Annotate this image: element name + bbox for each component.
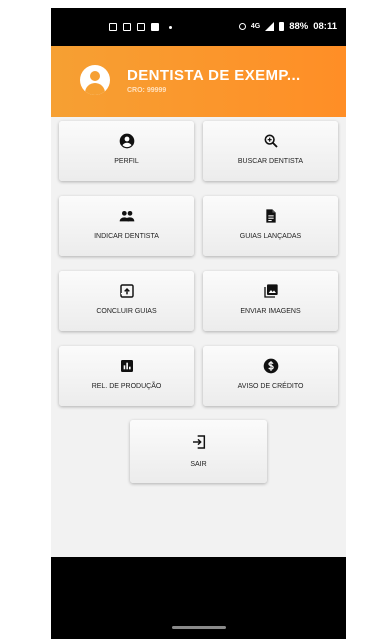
bar-chart-icon bbox=[119, 358, 135, 374]
message-notification-icon bbox=[123, 23, 131, 31]
exit-to-app-box-icon bbox=[119, 283, 135, 299]
sair-button[interactable]: SAIR bbox=[130, 420, 267, 483]
cro-number: CRO: 99999 bbox=[127, 87, 167, 94]
alarm-icon bbox=[238, 23, 246, 30]
document-icon bbox=[263, 208, 279, 224]
logout-icon bbox=[191, 434, 207, 450]
guias-lancadas-label: GUIAS LANÇADAS bbox=[239, 233, 302, 240]
gallery-notification-icon bbox=[109, 23, 117, 31]
status-bar: 4G 88% 08:11 bbox=[51, 8, 346, 46]
status-indicators: 4G 88% 08:11 bbox=[238, 21, 337, 32]
rel-producao-button[interactable]: REL. DE PRODUÇÃO bbox=[59, 346, 194, 406]
people-icon bbox=[119, 208, 135, 224]
clock: 08:11 bbox=[313, 21, 337, 32]
concluir-guias-button[interactable]: CONCLUIR GUIAS bbox=[59, 271, 194, 331]
battery-level: 88% bbox=[289, 21, 309, 32]
buscar-dentista-label: BUSCAR DENTISTA bbox=[237, 158, 304, 165]
signal-icon bbox=[265, 22, 275, 31]
aviso-credito-button[interactable]: AVISO DE CRÉDITO bbox=[203, 346, 338, 406]
dollar-circle-icon bbox=[263, 358, 279, 374]
avatar[interactable] bbox=[80, 65, 110, 95]
perfil-label: PERFIL bbox=[114, 158, 139, 165]
more-notifications-icon bbox=[169, 25, 172, 29]
concluir-guias-label: CONCLUIR GUIAS bbox=[96, 308, 157, 315]
enviar-imagens-label: ENVIAR IMAGENS bbox=[240, 308, 301, 315]
app-notification-icon bbox=[151, 23, 159, 31]
network-type: 4G bbox=[250, 23, 261, 30]
enviar-imagens-button[interactable]: ENVIAR IMAGENS bbox=[203, 271, 338, 331]
dentist-name: DENTISTA DE EXEMP... bbox=[127, 67, 301, 84]
account-circle-icon bbox=[119, 133, 135, 149]
notification-icons bbox=[109, 23, 172, 31]
profile-header: DENTISTA DE EXEMP... CRO: 99999 bbox=[51, 46, 346, 117]
battery-icon bbox=[279, 22, 285, 31]
buscar-dentista-button[interactable]: BUSCAR DENTISTA bbox=[203, 121, 338, 181]
guias-lancadas-button[interactable]: GUIAS LANÇADAS bbox=[203, 196, 338, 256]
zoom-in-icon bbox=[263, 133, 279, 149]
sair-label: SAIR bbox=[190, 461, 207, 468]
avatar-body bbox=[85, 83, 105, 95]
indicar-dentista-label: INDICAR DENTISTA bbox=[94, 233, 159, 240]
aviso-credito-label: AVISO DE CRÉDITO bbox=[237, 383, 304, 390]
perfil-button[interactable]: PERFIL bbox=[59, 121, 194, 181]
navigation-bar bbox=[51, 557, 346, 639]
avatar-head bbox=[90, 71, 100, 81]
message-notification-icon bbox=[137, 23, 145, 31]
phone-screen: 4G 88% 08:11 DENTISTA DE EXEMP... CRO: 9… bbox=[51, 8, 346, 639]
rel-producao-label: REL. DE PRODUÇÃO bbox=[91, 383, 162, 390]
photo-library-icon bbox=[263, 283, 279, 299]
indicar-dentista-button[interactable]: INDICAR DENTISTA bbox=[59, 196, 194, 256]
home-gesture-handle[interactable] bbox=[172, 626, 226, 629]
